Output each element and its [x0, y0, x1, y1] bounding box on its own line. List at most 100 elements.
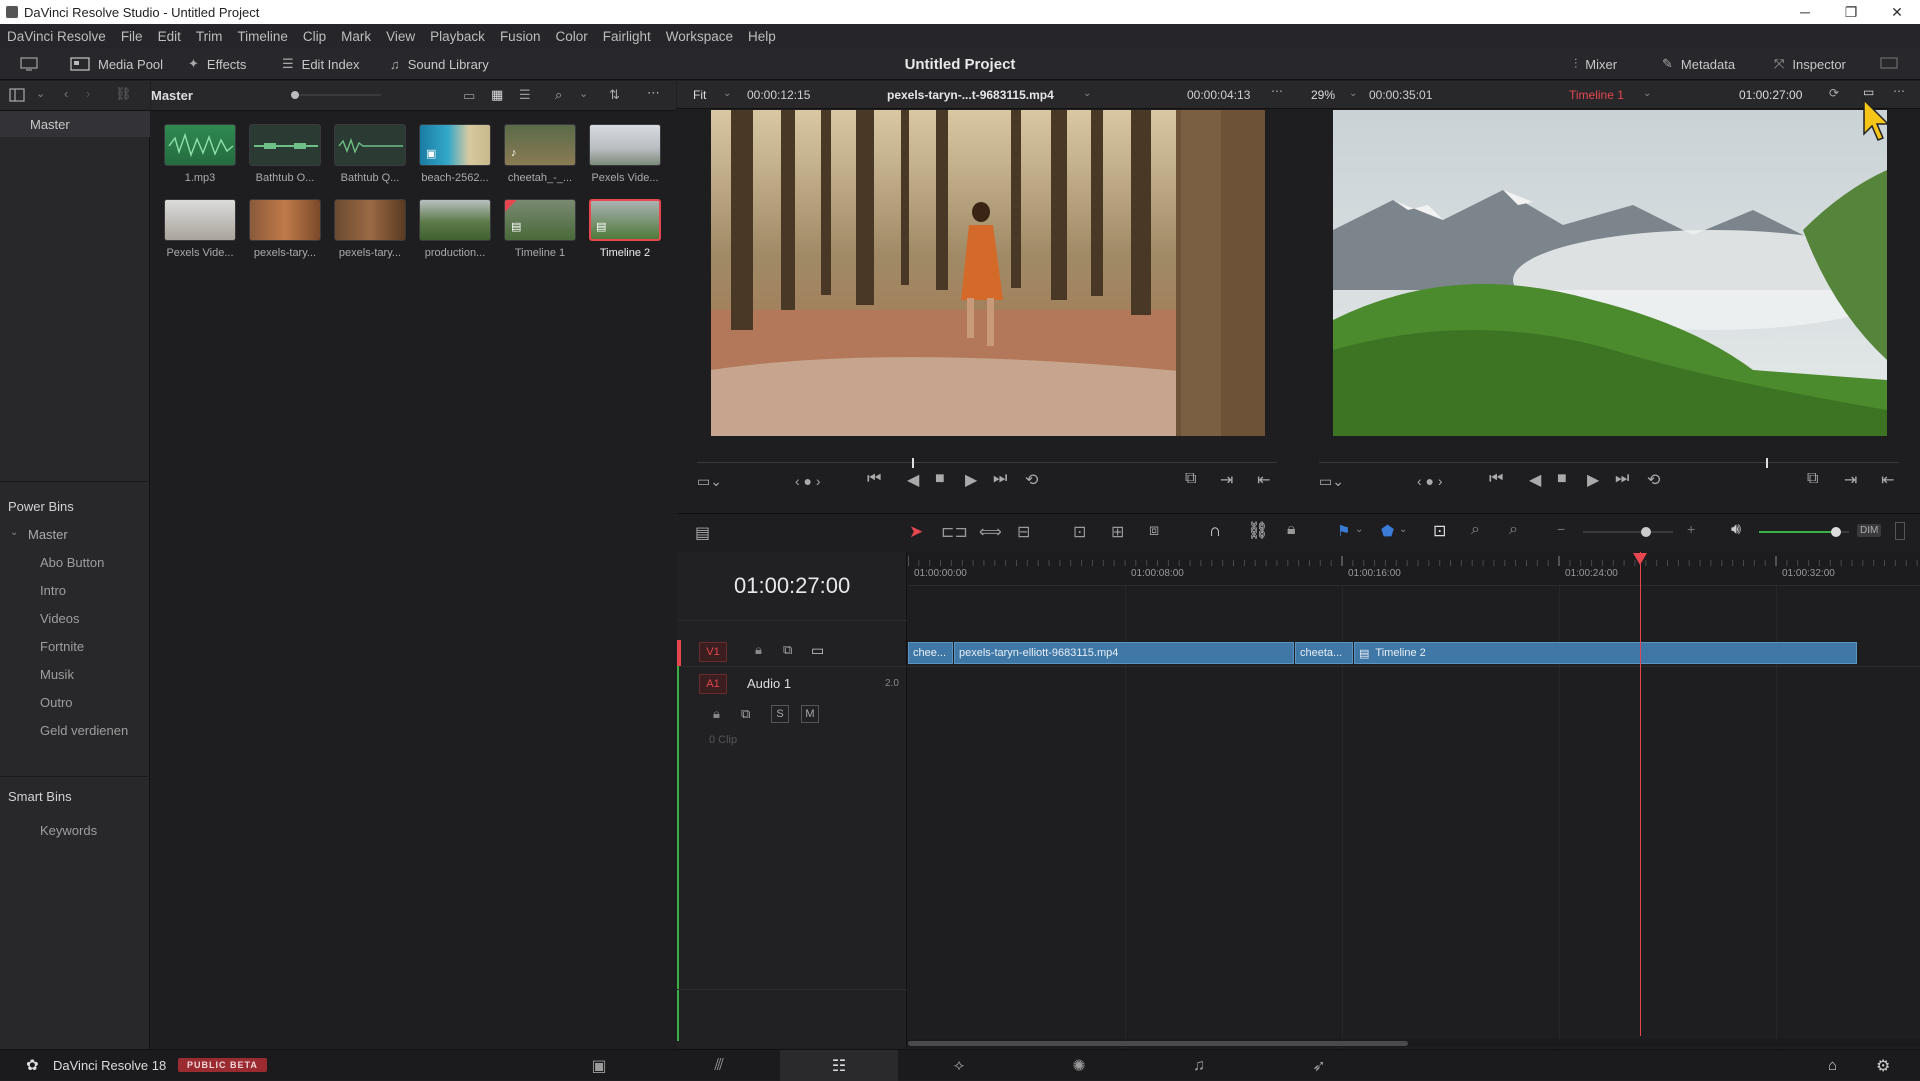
go-to-start-icon[interactable]: ⏮: [1489, 470, 1503, 488]
marker-icon[interactable]: ⬟: [1381, 522, 1394, 540]
menu-playback[interactable]: Playback: [430, 29, 485, 44]
edit-page-icon[interactable]: ☷: [780, 1050, 898, 1081]
timeline-clip-timeline-2[interactable]: ▤ Timeline 2: [1354, 642, 1857, 664]
menu-file[interactable]: File: [121, 29, 143, 44]
clip-thumbnail-pexels-taryn-1[interactable]: [249, 199, 321, 241]
search-icon[interactable]: ⌕: [555, 87, 562, 103]
replace-clip-icon[interactable]: ⧈: [1149, 522, 1159, 540]
trim-tool-icon[interactable]: ⊏⊐: [941, 522, 968, 542]
lock-icon[interactable]: 🔒︎: [755, 642, 762, 658]
back-arrow-icon[interactable]: ‹: [64, 86, 68, 101]
source-playhead-handle[interactable]: [912, 458, 914, 468]
record-viewer-frame[interactable]: [1333, 110, 1887, 436]
dim-button[interactable]: DIM: [1857, 524, 1882, 537]
go-to-end-icon[interactable]: ⏭: [1615, 470, 1629, 488]
clip-thumbnail-beach[interactable]: ▣: [419, 124, 491, 166]
position-lock-icon[interactable]: 🔒︎: [1287, 521, 1296, 539]
timeline-scrollbar[interactable]: [908, 1039, 1920, 1047]
auto-select-icon[interactable]: ⧉: [741, 706, 750, 722]
home-icon[interactable]: ⌂: [1828, 1057, 1837, 1074]
chevron-down-icon[interactable]: ⌄: [1643, 88, 1651, 99]
audio-track-name[interactable]: Audio 1: [747, 676, 791, 691]
record-zoom[interactable]: 29%: [1311, 88, 1335, 102]
viewer-mode-icon[interactable]: ▭: [1863, 85, 1874, 99]
list-view-icon[interactable]: ☰: [519, 87, 531, 103]
menu-clip[interactable]: Clip: [303, 29, 326, 44]
chevron-down-icon[interactable]: ⌄: [10, 527, 18, 538]
clip-thumbnail-production[interactable]: [419, 199, 491, 241]
meter-toggle-icon[interactable]: [1895, 522, 1905, 540]
auto-select-icon[interactable]: ⧉: [783, 642, 792, 658]
metadata-view-icon[interactable]: ▭: [463, 88, 475, 104]
menu-davinci[interactable]: DaVinci Resolve: [7, 29, 106, 44]
smart-bin-keywords[interactable]: Keywords: [40, 823, 97, 838]
record-scrub-bar[interactable]: [1319, 458, 1899, 468]
minimize-button[interactable]: ─: [1782, 0, 1828, 24]
overwrite-clip-icon[interactable]: ⊞: [1111, 522, 1124, 542]
fairlight-page-icon[interactable]: ♫: [1140, 1050, 1258, 1081]
jog-control-icon[interactable]: ‹ ● ›: [1417, 473, 1443, 491]
sound-library-button[interactable]: ♫ Sound Library: [390, 48, 489, 80]
loop-icon[interactable]: ⟲: [1647, 470, 1660, 489]
selection-tool-icon[interactable]: ➤: [909, 522, 923, 542]
clip-thumbnail-cheetah[interactable]: ♪: [504, 124, 576, 166]
menu-fairlight[interactable]: Fairlight: [603, 29, 651, 44]
play-reverse-icon[interactable]: ◀: [907, 470, 919, 489]
mark-in-icon[interactable]: ⇥: [1844, 470, 1857, 489]
dynamic-trim-icon[interactable]: ⟺: [979, 522, 1002, 542]
v1-track-label[interactable]: V1: [699, 642, 727, 662]
mark-in-icon[interactable]: ⇥: [1220, 470, 1233, 489]
inspector-button[interactable]: ⤧ Inspector: [1774, 48, 1846, 80]
zoom-out-icon[interactable]: −: [1557, 521, 1565, 537]
power-bin-fortnite[interactable]: Fortnite: [40, 639, 84, 654]
source-scrub-bar[interactable]: [697, 458, 1277, 468]
mute-button[interactable]: M: [801, 705, 819, 723]
insert-clip-icon[interactable]: ⊡: [1073, 522, 1086, 542]
maximize-button[interactable]: ❐: [1828, 0, 1874, 24]
timeline-zoom-slider[interactable]: [1583, 526, 1673, 538]
go-to-end-icon[interactable]: ⏭: [993, 470, 1007, 488]
a1-track-label[interactable]: A1: [699, 674, 727, 694]
record-view-options-icon[interactable]: ▭⌄: [1319, 473, 1344, 491]
power-bin-videos[interactable]: Videos: [40, 611, 80, 626]
chevron-down-icon[interactable]: ⌄: [579, 87, 588, 100]
source-clip-name[interactable]: pexels-taryn-...t-9683115.mp4: [887, 88, 1054, 102]
timeline-clip-cheetah-2[interactable]: cheeta...: [1295, 642, 1353, 664]
menu-help[interactable]: Help: [748, 29, 776, 44]
chevron-down-icon[interactable]: ⌄: [1349, 88, 1357, 99]
record-playhead-handle[interactable]: [1766, 458, 1768, 468]
flag-icon[interactable]: ⚑: [1337, 522, 1350, 540]
deliver-page-icon[interactable]: ➶: [1260, 1050, 1378, 1081]
loop-icon[interactable]: ⟲: [1025, 470, 1038, 489]
color-page-icon[interactable]: ✺: [1020, 1050, 1138, 1081]
blade-tool-icon[interactable]: ⊟: [1017, 522, 1030, 542]
power-bin-musik[interactable]: Musik: [40, 667, 74, 682]
power-bin-abo-button[interactable]: Abo Button: [40, 555, 104, 570]
source-zoom[interactable]: Fit: [693, 88, 706, 102]
stop-icon[interactable]: ■: [1557, 470, 1567, 488]
source-more-icon[interactable]: ⋯: [1271, 84, 1283, 98]
forward-arrow-icon[interactable]: ›: [86, 86, 90, 101]
clip-thumbnail-pexels-video-2[interactable]: [164, 199, 236, 241]
master-volume-slider[interactable]: [1759, 526, 1849, 538]
menu-trim[interactable]: Trim: [196, 29, 223, 44]
more-options-icon[interactable]: ⋯: [647, 85, 660, 101]
chevron-down-icon[interactable]: ⌄: [1355, 524, 1363, 535]
timeline-ruler[interactable]: 01:00:00:00 01:00:08:00 01:00:16:00 01:0…: [908, 552, 1920, 586]
sidebar-toggle-icon[interactable]: [9, 88, 25, 105]
gear-icon[interactable]: ⚙: [1876, 1056, 1890, 1076]
media-page-icon[interactable]: ▣: [540, 1050, 658, 1081]
record-more-icon[interactable]: ⋯: [1893, 84, 1905, 98]
cut-page-icon[interactable]: ⫻: [660, 1050, 778, 1081]
chevron-down-icon[interactable]: ⌄: [1399, 524, 1407, 535]
menu-view[interactable]: View: [386, 29, 415, 44]
clip-thumbnail-1mp3[interactable]: [164, 124, 236, 166]
clip-thumbnail-bathtub-q[interactable]: [334, 124, 406, 166]
chevron-down-icon[interactable]: ⌄: [36, 87, 45, 100]
snapping-icon[interactable]: ∩: [1209, 521, 1221, 541]
jog-control-icon[interactable]: ‹ ● ›: [795, 473, 821, 491]
chevron-down-icon[interactable]: ⌄: [723, 88, 731, 99]
close-button[interactable]: ✕: [1874, 0, 1920, 24]
play-icon[interactable]: ▶: [965, 470, 977, 489]
source-viewer-frame[interactable]: [711, 110, 1265, 436]
